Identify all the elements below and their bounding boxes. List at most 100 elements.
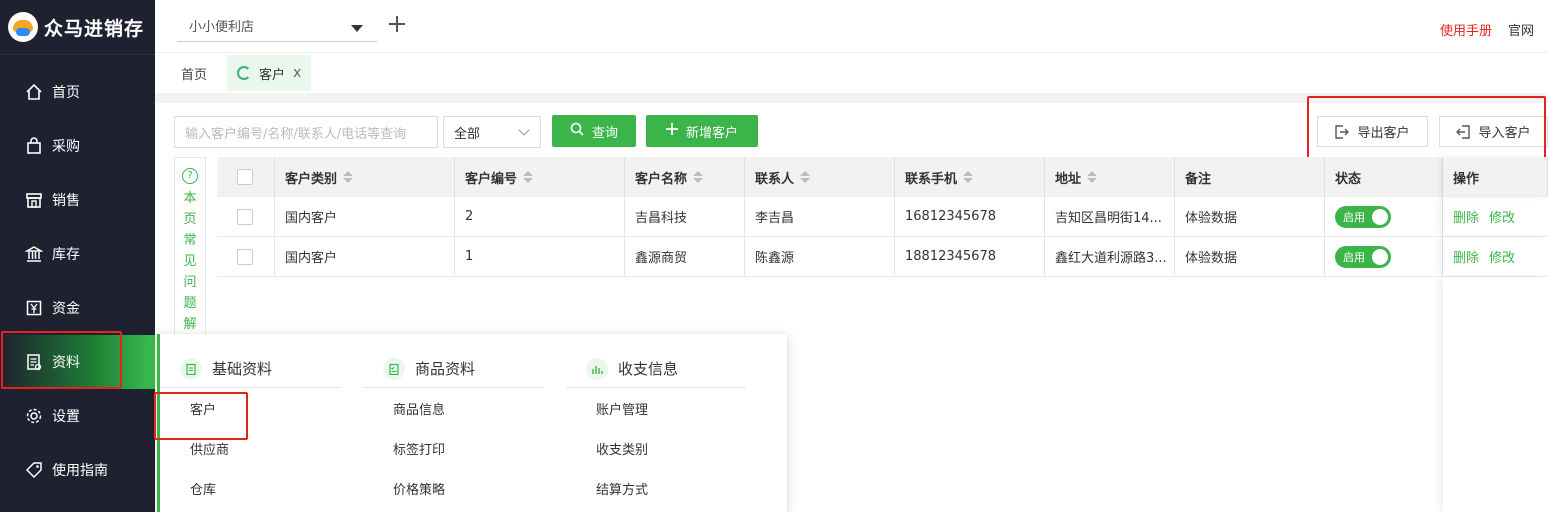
nav-label: 资料 [52,355,80,371]
row-select-cell[interactable] [217,197,275,236]
import-customer-button[interactable]: 导入客户 [1439,116,1548,147]
sort-icon[interactable] [693,171,704,183]
col-code[interactable]: 客户编号 [455,157,625,197]
menu-item-warehouse[interactable]: 仓库 [160,468,340,508]
site-link[interactable]: 官网 [1508,20,1534,39]
menu-item-category[interactable]: 收支类别 [566,428,746,468]
faq-char: 题 [183,296,197,311]
query-button[interactable]: 查询 [552,115,636,147]
col-remark: 备注 [1175,157,1325,197]
refresh-icon[interactable] [237,66,251,80]
edit-link[interactable]: 修改 [1489,207,1515,226]
col-contact[interactable]: 联系人 [745,157,895,197]
menu-item-price-strategy[interactable]: 价格策略 [363,468,543,508]
col-name[interactable]: 客户名称 [625,157,745,197]
data-menu-panel: 基础资料 客户 供应商 仓库 商品资料 商品信息 标签打印 价格策略 收支信息 … [157,334,787,512]
logo-icon [8,12,38,42]
tag-icon [24,460,44,480]
col-label: 备注 [1185,171,1212,187]
col-phone[interactable]: 联系手机 [895,157,1045,197]
menu-item-goods-info[interactable]: 商品信息 [363,388,543,428]
store-select[interactable]: 小小便利店 [177,10,377,42]
sort-icon[interactable] [1087,171,1098,183]
row-checkbox[interactable] [237,208,253,225]
import-icon [1456,124,1471,139]
question-icon: ? [182,168,198,184]
nav-item-funds[interactable]: 资金 [0,281,155,335]
menu-group-title: 收支信息 [618,360,679,378]
menu-item-settlement[interactable]: 结算方式 [566,468,746,508]
checklist-icon [383,357,405,380]
edit-link[interactable]: 修改 [1489,247,1515,266]
col-address[interactable]: 地址 [1045,157,1175,197]
top-header: 小小便利店 使用手册 官网 [155,0,1548,53]
col-type[interactable]: 客户类别 [275,157,455,197]
faq-panel[interactable]: ? 本 页 常 见 问 题 解 [174,157,206,337]
select-value: 全部 [454,126,481,142]
col-operation: 操作 [1443,157,1548,197]
customer-table: 客户类别 客户编号 客户名称 联系人 联系手机 地址 备注 状态 操作 国内客户… [217,157,1548,277]
menu-item-account[interactable]: 账户管理 [566,388,746,428]
menu-group-title: 基础资料 [212,360,273,378]
logo[interactable]: 众马进销存 [0,0,155,55]
nav-item-settings[interactable]: 设置 [0,389,155,443]
store-icon [24,190,44,210]
select-all-cell[interactable] [217,157,275,197]
document-icon [24,352,44,372]
add-customer-button[interactable]: 新增客户 [646,115,758,147]
delete-link[interactable]: 删除 [1453,207,1479,226]
sort-icon[interactable] [343,171,354,183]
store-name: 小小便利店 [189,20,255,35]
status-toggle[interactable]: 启用 [1335,245,1391,268]
nav-item-stock[interactable]: 库存 [0,227,155,281]
query-label: 查询 [591,125,618,141]
cell-operation: 删除 修改 [1443,197,1548,236]
col-label: 联系手机 [905,171,958,187]
export-customer-button[interactable]: 导出客户 [1317,116,1428,147]
add-store-icon[interactable] [387,14,407,34]
nav-item-purchase[interactable]: 采购 [0,119,155,173]
col-label: 客户类别 [285,171,338,187]
nav-label: 设置 [52,409,80,425]
select-all-checkbox[interactable] [237,169,253,185]
cell-type: 国内客户 [275,237,455,276]
home-icon [24,82,44,102]
delete-link[interactable]: 删除 [1453,247,1479,266]
yen-icon [24,298,44,318]
table-row[interactable]: 国内客户 2 吉昌科技 李吉昌 16812345678 吉知区昌明街14... … [217,197,1548,237]
menu-group-header: 基础资料 [160,350,340,388]
nav-item-sales[interactable]: 销售 [0,173,155,227]
sort-icon[interactable] [800,171,811,183]
col-label: 地址 [1055,171,1082,187]
faq-char: 页 [183,212,197,227]
nav-item-guide[interactable]: 使用指南 [0,443,155,497]
tab-home[interactable]: 首页 [169,55,219,91]
manual-link[interactable]: 使用手册 [1440,20,1492,39]
sort-icon[interactable] [523,171,534,183]
row-checkbox[interactable] [237,248,253,265]
nav-label: 资金 [52,301,80,317]
menu-item-label-print[interactable]: 标签打印 [363,428,543,468]
nav-item-data[interactable]: 资料 [0,335,155,389]
menu-group-finance: 收支信息 账户管理 收支类别 结算方式 [566,350,746,508]
sort-icon[interactable] [963,171,974,183]
customer-type-select[interactable]: 全部 [443,116,541,148]
nav-item-home[interactable]: 首页 [0,65,155,119]
faq-char: 见 [183,254,197,269]
search-input[interactable]: 输入客户编号/名称/联系人/电话等查询 [174,116,438,148]
chevron-down-icon [518,124,530,136]
col-label: 客户名称 [635,171,688,187]
menu-item-customer[interactable]: 客户 [160,388,340,428]
row-select-cell[interactable] [217,237,275,276]
cell-status: 启用 [1325,197,1443,236]
status-toggle[interactable]: 启用 [1335,205,1391,228]
cell-remark: 体验数据 [1175,197,1325,236]
export-label: 导出客户 [1357,126,1410,141]
nav-label: 销售 [52,193,80,209]
menu-group-goods: 商品资料 商品信息 标签打印 价格策略 [363,350,543,508]
cell-address: 吉知区昌明街14... [1045,197,1175,236]
menu-item-supplier[interactable]: 供应商 [160,428,340,468]
close-icon[interactable]: x [293,65,301,81]
tab-customer[interactable]: 客户 x [227,55,312,91]
table-row[interactable]: 国内客户 1 鑫源商贸 陈鑫源 18812345678 鑫红大道利源路3... … [217,237,1548,277]
